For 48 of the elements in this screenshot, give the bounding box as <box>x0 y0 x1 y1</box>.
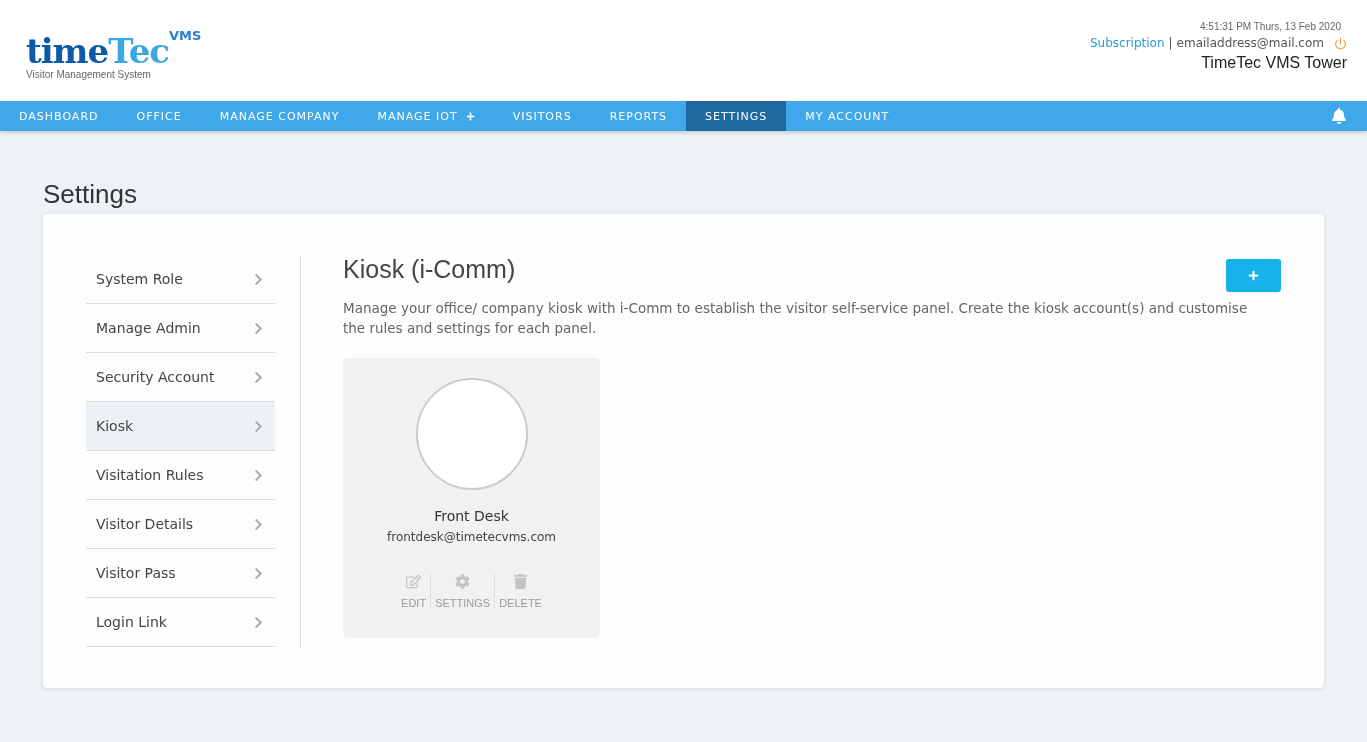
sidebar-item[interactable]: System Role <box>86 255 275 304</box>
logo-tagline: Visitor Management System <box>26 69 152 80</box>
chevron-icon <box>252 615 265 629</box>
nav-tab[interactable]: MANAGE IOT <box>358 101 494 131</box>
plus-icon <box>465 111 475 121</box>
power-icon[interactable] <box>1334 36 1347 50</box>
chevron-icon <box>252 419 265 433</box>
nav-tab[interactable]: MANAGE COMPANY <box>200 101 359 131</box>
user-email: emailaddress@mail.com <box>1176 36 1324 50</box>
bell-icon[interactable] <box>1331 108 1347 124</box>
building-name: TimeTec VMS Tower <box>1201 54 1347 72</box>
sidebar-item[interactable]: Visitor Details <box>86 500 275 549</box>
sidebar-item[interactable]: Kiosk <box>86 402 275 451</box>
chevron-icon <box>252 517 265 531</box>
nav-tab[interactable]: SETTINGS <box>686 101 787 131</box>
nav-tab[interactable]: VISITORS <box>493 101 591 131</box>
add-button[interactable] <box>1226 259 1281 292</box>
logo-text: Tec <box>108 33 169 69</box>
chevron-icon <box>252 566 265 580</box>
edit-button[interactable]: EDIT <box>397 574 431 609</box>
edit-icon <box>406 574 422 589</box>
chevron-icon <box>252 468 265 482</box>
sidebar-item[interactable]: Login Link <box>86 598 275 647</box>
delete-button[interactable]: DELETE <box>494 574 546 609</box>
nav-tab[interactable]: REPORTS <box>590 101 687 131</box>
settings-icon <box>455 574 471 589</box>
chevron-icon <box>252 272 265 286</box>
separator: | <box>1168 36 1173 50</box>
logo-text: time <box>26 33 109 69</box>
date-time: 4:51:31 PM Thurs, 13 Feb 2020 <box>1200 21 1341 32</box>
sidebar-item[interactable]: Visitation Rules <box>86 451 275 500</box>
nav-tab[interactable]: DASHBOARD <box>0 101 118 131</box>
sidebar-item[interactable]: Manage Admin <box>86 304 275 353</box>
sidebar-item[interactable]: Visitor Pass <box>86 549 275 598</box>
chevron-icon <box>252 370 265 384</box>
plus-icon <box>1248 270 1259 281</box>
chevron-icon <box>252 321 265 335</box>
nav-tab[interactable]: OFFICE <box>117 101 201 131</box>
page-title: Settings <box>43 179 138 210</box>
section-title: Kiosk (i-Comm) <box>343 255 516 284</box>
subscription-link[interactable]: Subscription <box>1090 36 1165 50</box>
kiosk-email: frontdesk@timetecvms.com <box>387 530 556 544</box>
section-description: Manage your office/ company kiosk with i-Comm to establish the visitor self-service panel. Create the kiosk account(s) and customise the rules and settings for each panel. <box>343 299 1249 338</box>
logo-text: VMS <box>168 29 202 43</box>
kiosk-name: Front Desk <box>434 508 509 524</box>
settings-button[interactable]: SETTINGS <box>430 574 495 609</box>
trash-icon <box>513 574 529 589</box>
nav-tab[interactable]: MY ACCOUNT <box>786 101 909 131</box>
